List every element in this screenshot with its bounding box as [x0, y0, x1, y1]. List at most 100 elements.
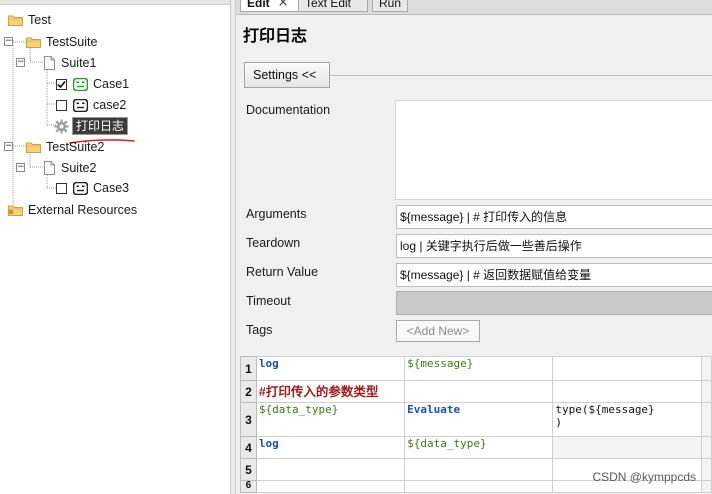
grid-cell[interactable] [552, 356, 703, 381]
grid-cell[interactable] [255, 480, 406, 493]
tree-item-label: TestSuite2 [46, 140, 105, 154]
watermark: CSDN @kymppcds [592, 470, 696, 484]
timeout-field[interactable] [396, 291, 712, 315]
tab-label: Text Edit [305, 0, 352, 10]
grid-cell[interactable]: ${data_type} [404, 436, 554, 459]
keyword-editor: Edit × Text Edit Run 打印日志 Settings << Do… [236, 0, 712, 494]
tree-item-case1[interactable]: Case1 [56, 75, 129, 93]
expander-testsuite2[interactable]: − [4, 142, 13, 151]
row-number[interactable]: 4 [240, 436, 257, 459]
file-icon [44, 161, 55, 175]
cell-text: ${data_type} [407, 437, 487, 451]
add-tag-button[interactable]: <Add New> [396, 320, 480, 342]
return-value-field[interactable]: ${message} | # 返回数据赋值给变量 [396, 263, 712, 287]
grid-cell[interactable] [701, 356, 712, 381]
folder-icon [26, 142, 41, 153]
grid-cell[interactable] [552, 380, 703, 403]
file-icon [44, 56, 55, 70]
grid-cell[interactable] [404, 480, 554, 493]
grid-cell[interactable] [701, 480, 712, 493]
test-checkbox-checked[interactable] [56, 78, 67, 90]
row-number[interactable]: 5 [240, 458, 257, 481]
grid-row: 1 log ${message} [240, 356, 712, 381]
grid-cell[interactable]: Evaluate [404, 402, 554, 437]
tree-item-suite2[interactable]: Suite2 [44, 159, 96, 177]
tree-item-testsuite2[interactable]: TestSuite2 [26, 138, 104, 156]
grid-cell[interactable]: log [255, 436, 406, 459]
timeout-label: Timeout [246, 294, 291, 308]
close-icon[interactable]: × [278, 0, 289, 11]
grid-cell[interactable] [255, 458, 406, 481]
grid-cell[interactable]: #打印传入的参数类型 [255, 380, 406, 403]
test-checkbox[interactable] [56, 99, 67, 111]
tree-item-case3[interactable]: Case3 [56, 179, 129, 197]
grid-cell[interactable]: ${data_type} [255, 402, 406, 437]
row-number[interactable]: 3 [240, 402, 257, 437]
settings-toggle-button[interactable]: Settings << [244, 62, 330, 88]
teardown-label: Teardown [246, 236, 301, 250]
tree-item-label: Case3 [93, 181, 130, 195]
documentation-label: Documentation [246, 103, 331, 117]
cell-text: ${message} [407, 357, 474, 371]
grid-cell[interactable]: ${message} [404, 356, 554, 381]
cell-text: #打印传入的参数类型 [258, 385, 379, 399]
tree-item-label: Suite1 [61, 56, 97, 70]
settings-divider [330, 75, 712, 76]
tab-strip: Edit × Text Edit Run [236, 0, 712, 15]
tree-item-keyword[interactable]: 打印日志 [54, 117, 129, 135]
arguments-field[interactable]: ${message} | # 打印传入的信息 [396, 205, 712, 229]
tree-item-test[interactable]: Test [8, 11, 51, 29]
tab-run[interactable]: Run [372, 0, 408, 12]
tree-item-label: Test [28, 13, 51, 27]
grid-cell[interactable] [404, 458, 554, 481]
checkmark-icon [57, 80, 66, 88]
test-tree-panel: − − − − Test TestSuite Suite1 Case1 case… [0, 0, 230, 494]
tab-label: Run [379, 0, 402, 10]
grid-cell[interactable] [552, 436, 703, 459]
grid-cell[interactable] [701, 436, 712, 459]
folder-icon [8, 15, 23, 26]
robot-icon [73, 98, 88, 112]
cell-text: type(${message} ) [555, 403, 655, 430]
documentation-field[interactable] [395, 100, 712, 200]
gear-icon [54, 119, 69, 133]
tree-item-label: case2 [93, 98, 127, 112]
grid-row: 3 ${data_type} Evaluate type(${message} … [240, 402, 712, 437]
expander-testsuite[interactable]: − [4, 37, 13, 46]
tree-item-label: Suite2 [61, 161, 97, 175]
row-number[interactable]: 6 [240, 480, 257, 493]
tree-item-case2[interactable]: case2 [56, 96, 126, 114]
tree-item-external-resources[interactable]: External Resources [8, 201, 137, 219]
tab-text-edit[interactable]: Text Edit [298, 0, 368, 12]
grid-row: 4 log ${data_type} [240, 436, 712, 459]
tab-label: Edit [247, 0, 270, 10]
keyword-title: 打印日志 [243, 28, 308, 45]
return-value-label: Return Value [246, 265, 319, 279]
arguments-label: Arguments [246, 207, 307, 221]
tree-item-label-selected: 打印日志 [72, 117, 129, 135]
test-checkbox[interactable] [56, 182, 67, 194]
grid-cell[interactable]: type(${message} ) [552, 402, 703, 437]
tree-item-label: TestSuite [46, 35, 98, 49]
robot-icon [73, 181, 88, 195]
expander-suite1[interactable]: − [16, 58, 25, 67]
grid-cell[interactable] [701, 402, 712, 437]
cell-text: log [258, 437, 279, 451]
external-resources-folder-icon [8, 205, 23, 216]
tree-item-testsuite[interactable]: TestSuite [26, 33, 97, 51]
row-number[interactable]: 2 [240, 380, 257, 403]
grid-cell[interactable] [701, 458, 712, 481]
row-number[interactable]: 1 [240, 356, 257, 381]
tags-label: Tags [246, 323, 273, 337]
grid-cell[interactable] [404, 380, 554, 403]
grid-cell[interactable] [701, 380, 712, 403]
tree-item-suite1[interactable]: Suite1 [44, 54, 96, 72]
robot-pass-icon [73, 77, 88, 91]
cell-text: Evaluate [407, 403, 461, 417]
tab-edit[interactable]: Edit × [240, 0, 306, 12]
grid-cell[interactable]: log [255, 356, 406, 381]
grid-row: 2 #打印传入的参数类型 [240, 380, 712, 403]
cell-text: ${data_type} [258, 403, 339, 417]
expander-suite2[interactable]: − [16, 163, 25, 172]
teardown-field[interactable]: log | 关键字执行后做一些善后操作 [396, 234, 712, 258]
